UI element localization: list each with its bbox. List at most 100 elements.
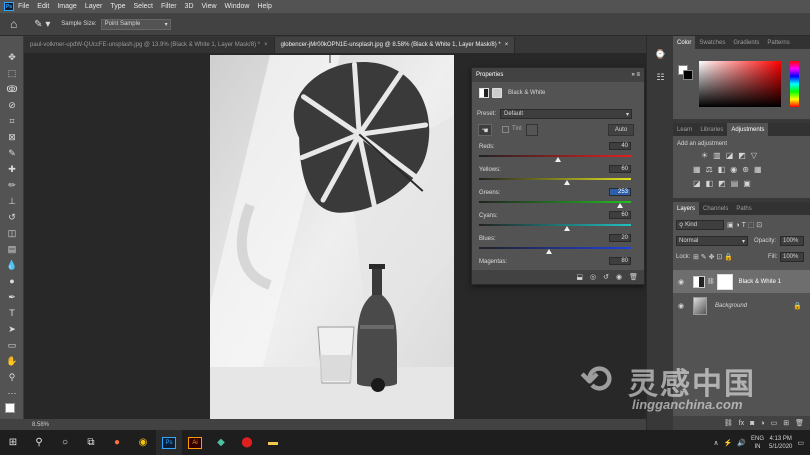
tint-color-swatch[interactable] (526, 124, 538, 136)
illustrator-icon[interactable]: Ai (182, 430, 208, 455)
tab-libraries[interactable]: Libraries (696, 123, 727, 136)
slider-thumb[interactable] (564, 226, 571, 231)
photo-filter-icon[interactable]: ◉ (730, 165, 737, 174)
targeted-adjustment-icon[interactable]: ☚ (478, 124, 492, 136)
tint-checkbox[interactable] (502, 126, 509, 133)
mask-icon[interactable] (492, 88, 502, 98)
path-select-tool-icon[interactable]: ➤ (0, 322, 24, 336)
hue-saturation-icon[interactable]: ▦ (693, 165, 701, 174)
app-icon[interactable]: ◆ (208, 430, 234, 455)
eye-icon[interactable]: ◉ (673, 278, 689, 286)
slider-thumb[interactable] (555, 157, 562, 162)
task-view-icon[interactable]: ⧉ (78, 430, 104, 455)
slider-value-field[interactable]: 80 (609, 257, 631, 265)
firefox-icon[interactable]: ● (104, 430, 130, 455)
layer-mask-thumb[interactable] (716, 273, 733, 290)
view-previous-icon[interactable]: ◎ (590, 273, 596, 281)
gradient-map-icon[interactable]: ▤ (731, 179, 739, 188)
slider-value-field[interactable]: 60 (609, 211, 631, 219)
bg-color-chip[interactable] (683, 70, 693, 80)
tab-color[interactable]: Color (673, 36, 696, 49)
chrome-icon[interactable]: ◉ (130, 430, 156, 455)
search-icon[interactable]: ⚲ (26, 430, 52, 455)
slider-value-field[interactable]: 60 (609, 165, 631, 173)
filter-icons[interactable]: ▣ ◑ T ⬚ ⊡ (727, 221, 762, 229)
vibrance-icon[interactable]: ▽ (751, 151, 757, 160)
link-layers-icon[interactable]: ⛓ (724, 419, 733, 427)
hand-tool-icon[interactable]: ✋ (0, 354, 24, 368)
photoshop-logo-icon[interactable]: Ps (4, 2, 14, 11)
layer-row[interactable]: ◉ Background 🔒 (673, 294, 810, 317)
close-icon[interactable]: × (505, 42, 509, 48)
eyedropper-tool-icon[interactable]: ✎ (0, 146, 24, 160)
rectangle-tool-icon[interactable]: ▭ (0, 338, 24, 352)
layer-name[interactable]: Background (715, 303, 747, 309)
tab-learn[interactable]: Learn (673, 123, 696, 136)
clone-stamp-tool-icon[interactable]: ⊥ (0, 194, 24, 208)
preset-select[interactable]: Default ▾ (500, 109, 633, 119)
layer-row-selected[interactable]: ◉ ⛓ Black & White 1 (673, 270, 810, 293)
color-field[interactable] (699, 61, 781, 107)
clip-to-layer-icon[interactable]: ⬓ (576, 273, 583, 281)
eraser-tool-icon[interactable]: ◫ (0, 226, 24, 240)
dodge-tool-icon[interactable]: ● (0, 274, 24, 288)
sample-size-select[interactable]: Point Sample ▾ (100, 18, 171, 30)
menu-help[interactable]: Help (257, 3, 271, 10)
marquee-tool-icon[interactable]: ⬚ (0, 66, 24, 80)
black-white-icon[interactable]: ◧ (718, 165, 726, 174)
invert-icon[interactable]: ◪ (693, 179, 701, 188)
layer-name[interactable]: Black & White 1 (739, 279, 781, 285)
slider-track[interactable] (479, 201, 631, 203)
visibility-icon[interactable]: ◉ (616, 273, 622, 281)
quick-select-tool-icon[interactable]: ⊘ (0, 98, 24, 112)
tab-adjustments[interactable]: Adjustments (727, 123, 769, 136)
selective-color-icon[interactable]: ▣ (743, 179, 751, 188)
home-icon[interactable]: ⌂ (10, 17, 17, 31)
history-panel-icon[interactable]: ⌚ (653, 48, 668, 61)
menu-file[interactable]: File (18, 3, 29, 10)
menu-layer[interactable]: Layer (85, 3, 103, 10)
menu-view[interactable]: View (202, 3, 217, 10)
history-brush-tool-icon[interactable]: ↺ (0, 210, 24, 224)
language-indicator[interactable]: ENG IN (751, 435, 764, 451)
network-icon[interactable]: ⚡ (724, 439, 733, 447)
auto-button[interactable]: Auto (608, 124, 634, 136)
fill-field[interactable]: 100% (780, 252, 804, 262)
threshold-icon[interactable]: ◩ (718, 179, 726, 188)
notification-icon[interactable]: ▭ (797, 439, 804, 447)
tab-channels[interactable]: Channels (699, 202, 732, 215)
color-balance-icon[interactable]: ⚖ (706, 165, 713, 174)
posterize-icon[interactable]: ◧ (706, 179, 714, 188)
file-explorer-icon[interactable]: ▬ (260, 430, 286, 455)
properties-panel-icon[interactable]: ☷ (653, 71, 668, 84)
delete-icon[interactable]: 🗑 (629, 273, 638, 281)
exposure-icon[interactable]: ◩ (738, 151, 746, 160)
eye-icon[interactable]: ◉ (673, 302, 689, 310)
brightness-contrast-icon[interactable]: ☀ (701, 151, 708, 160)
slider-track[interactable] (479, 224, 631, 226)
tab-paths[interactable]: Paths (732, 202, 755, 215)
slider-value-field[interactable]: 40 (609, 142, 631, 150)
eyedropper-tool-preset-icon[interactable]: ✎ ▾ (31, 17, 53, 32)
lasso-tool-icon[interactable]: ↂ (0, 82, 24, 96)
blend-mode-select[interactable]: Normal ▾ (676, 236, 748, 246)
chain-icon[interactable]: ⛓ (707, 278, 715, 285)
menu-filter[interactable]: Filter (161, 3, 177, 10)
menu-3d[interactable]: 3D (185, 3, 194, 10)
brush-tool-icon[interactable]: ✏ (0, 178, 24, 192)
volume-icon[interactable]: 🔊 (737, 439, 746, 447)
reset-icon[interactable]: ↺ (603, 273, 609, 281)
menu-select[interactable]: Select (134, 3, 153, 10)
more-tools-icon[interactable]: ⋯ (0, 386, 24, 400)
pen-tool-icon[interactable]: ✒ (0, 290, 24, 304)
new-adjustment-icon[interactable]: ◑ (760, 420, 764, 427)
color-lookup-icon[interactable]: ▦ (754, 165, 762, 174)
tab-patterns[interactable]: Patterns (763, 36, 793, 49)
document-image[interactable] (210, 55, 454, 419)
new-group-icon[interactable]: ▭ (771, 419, 778, 427)
opacity-field[interactable]: 100% (780, 236, 804, 246)
slider-thumb[interactable] (617, 203, 624, 208)
tab-gradients[interactable]: Gradients (729, 36, 763, 49)
clock[interactable]: 4:13 PM 5/1/2020 (769, 435, 792, 451)
menu-edit[interactable]: Edit (37, 3, 49, 10)
